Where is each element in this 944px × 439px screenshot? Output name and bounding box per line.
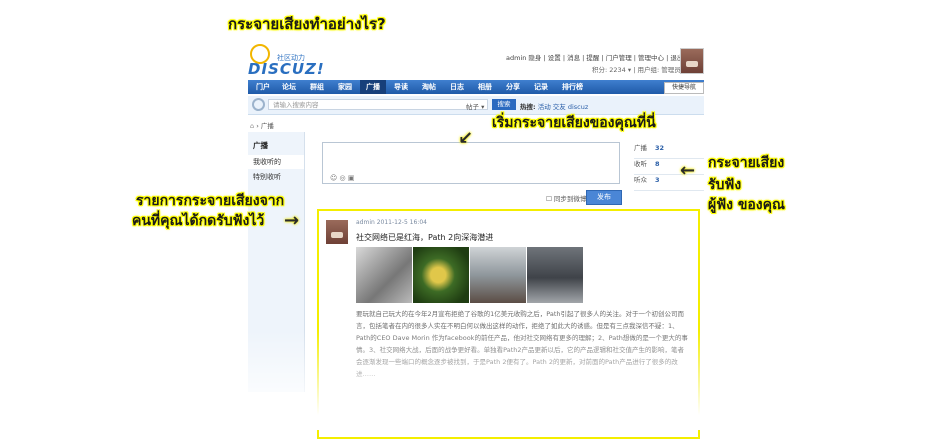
post-image-1[interactable]: [356, 247, 412, 303]
nav-item-ranking[interactable]: 排行榜: [562, 82, 583, 92]
heading-annotation: กระจายเสียงทำอย่างไร?: [228, 15, 386, 33]
breadcrumb[interactable]: ⌂ › 广播: [250, 120, 274, 130]
breadcrumb-current[interactable]: › 广播: [256, 122, 274, 130]
feed-annotation-2: คนที่คุณได้กดรับฟังไว้: [132, 213, 265, 229]
nav-item-blog[interactable]: 日志: [450, 82, 464, 92]
nav-item-broadcast[interactable]: 广播: [366, 82, 380, 92]
listen-annotation-2: รับฟัง: [708, 177, 742, 193]
sync-weibo-checkbox[interactable]: ☐ 同步到微博: [546, 193, 586, 203]
post-avatar[interactable]: [326, 220, 348, 244]
stat-label: 广播: [634, 144, 647, 152]
listen-annotation-1: กระจายเสียง: [708, 155, 785, 171]
post-image-4[interactable]: [527, 247, 583, 303]
sidebar-item-following[interactable]: 我收听的: [248, 155, 304, 169]
stat-value: 8: [655, 160, 660, 168]
post-meta: admin 2011-12-5 16:04: [356, 219, 427, 226]
nav-item-forum[interactable]: 论坛: [282, 82, 296, 92]
start-arrow-icon: ↙: [458, 128, 474, 149]
sync-label: 同步到微博: [553, 195, 587, 203]
start-annotation: เริ่มกระจายเสียงของคุณที่นี่: [492, 115, 656, 131]
post-title[interactable]: 社交网络已是红海，Path 2向深海潜进: [356, 232, 493, 243]
nav-item-home[interactable]: 家园: [338, 82, 352, 92]
nav-item-share[interactable]: 分享: [506, 82, 520, 92]
post-body: 要玩就自己玩大的在今年2月宣布拒绝了谷歌的1亿美元收购之后，Path引起了很多人…: [356, 310, 688, 378]
hot-search[interactable]: 热搜: 活动 交友 discuz: [520, 101, 588, 111]
stats-arrow-icon: ←: [680, 160, 696, 181]
user-avatar[interactable]: [680, 48, 704, 74]
stat-value: 32: [655, 144, 665, 152]
user-links[interactable]: admin 隐身 | 设置 | 消息 | 提醒 | 门户管理 | 管理中心 | …: [506, 52, 683, 62]
user-points: 积分: 2234 ▾ | 用户组: 管理员: [592, 66, 681, 74]
post-image-3[interactable]: [470, 247, 526, 303]
feed-annotation-1: รายการกระจายเสียงจาก: [136, 193, 285, 209]
checkbox-icon[interactable]: ☐: [546, 195, 552, 203]
post-image-2[interactable]: [413, 247, 469, 303]
nav-item-collection[interactable]: 淘帖: [422, 82, 436, 92]
stat-value: 3: [655, 176, 660, 184]
hot-search-terms[interactable]: 活动 交友 discuz: [538, 103, 589, 111]
publish-button[interactable]: 发布: [586, 190, 622, 205]
quick-nav-button[interactable]: 快捷导航: [664, 82, 704, 94]
search-icon: [252, 98, 265, 111]
logo[interactable]: DISCUZ!: [248, 60, 325, 78]
feed-arrow-icon: →: [284, 210, 300, 231]
nav-item-guide[interactable]: 导读: [394, 82, 408, 92]
nav-item-portal[interactable]: 门户: [256, 82, 270, 92]
nav-item-album[interactable]: 相册: [478, 82, 492, 92]
nav-item-group[interactable]: 群组: [310, 82, 324, 92]
stat-label: 收听: [634, 160, 647, 168]
search-input[interactable]: 请输入搜索内容: [268, 99, 488, 110]
home-icon[interactable]: ⌂: [250, 122, 254, 130]
hot-search-label: 热搜:: [520, 103, 536, 111]
composer-toolbar[interactable]: ☺ ◎ ▣: [330, 174, 354, 182]
stat-broadcast[interactable]: 广播 32: [634, 142, 704, 159]
search-button[interactable]: 搜索: [492, 99, 516, 110]
sidebar-title: 广播: [253, 141, 268, 150]
listen-annotation-3: ผู้ฟัง ของคุณ: [708, 197, 785, 213]
nav-item-record[interactable]: 记录: [534, 82, 548, 92]
sidebar-item-special[interactable]: 特别收听: [248, 170, 304, 184]
main-nav: 门户 论坛 群组 家园 广播 导读 淘帖 日志 相册 分享 记录 排行榜: [248, 80, 704, 94]
search-type-select[interactable]: 帖子 ▾: [466, 101, 484, 111]
stat-label: 听众: [634, 176, 647, 184]
